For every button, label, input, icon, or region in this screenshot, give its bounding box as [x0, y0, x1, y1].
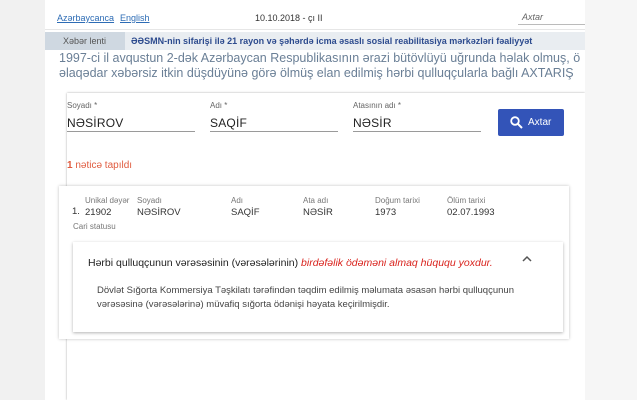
notice-body: Dövlət Sığorta Kommersiya Təşkilatı tərə… — [97, 285, 514, 310]
notice-title-prefix: Hərbi qulluqçunun vərəsəsinin (vərəsələr… — [88, 257, 299, 269]
page-intro: 1997-ci il avqustun 2-dək Azərbaycan Res… — [59, 51, 585, 81]
father-name-input[interactable]: NƏSİR — [353, 116, 481, 132]
result-count-text: nəticə tapıldı — [75, 160, 133, 171]
value-surname: NƏSİROV — [137, 207, 181, 218]
search-button[interactable]: Axtar — [498, 109, 564, 136]
header-unique-id: Unikal dəyər — [85, 196, 130, 205]
screenshot: Azərbaycanca English 10.10.2018 - çı II … — [0, 0, 637, 400]
left-background-strip — [0, 0, 45, 400]
surname-label: Soyadı * — [67, 101, 98, 110]
top-search-input[interactable]: Axtar — [518, 9, 585, 25]
search-icon — [510, 116, 523, 129]
current-date: 10.10.2018 - çı II — [255, 13, 323, 23]
status-notice[interactable]: Hərbi qulluqçunun vərəsəsinin (vərəsələr… — [73, 242, 563, 332]
col-birth-date: Doğum tarixi 1973 — [375, 196, 420, 218]
value-death-date: 02.07.1993 — [447, 207, 495, 218]
value-name: SAQİF — [231, 207, 260, 218]
header-current-status: Cari statusu — [73, 222, 116, 231]
header-death-date: Ölüm tarixi — [447, 196, 486, 205]
value-father-name: NƏSİR — [303, 207, 333, 218]
header-birth-date: Doğum tarixi — [375, 196, 420, 205]
news-ticker-label[interactable]: Xəbər lenti — [45, 32, 125, 50]
intro-line-1: 1997-ci il avqustun 2-dək Azərbaycan Res… — [59, 51, 581, 65]
col-name: Adı SAQİF — [231, 196, 260, 218]
col-unique-id: Unikal dəyər 21902 — [85, 196, 129, 218]
result-count: 1 nəticə tapıldı — [67, 160, 132, 171]
surname-input[interactable]: NƏSİROV — [67, 116, 195, 132]
name-input[interactable]: SAQİF — [210, 116, 338, 132]
notice-title: Hərbi qulluqçunun vərəsəsinin (vərəsələr… — [88, 257, 493, 269]
col-father-name: Ata adı NƏSİR — [303, 196, 333, 218]
value-birth-date: 1973 — [375, 207, 397, 218]
news-ticker: Xəbər lenti ƏƏSMN-nin sifarişi ilə 21 ra… — [45, 32, 585, 50]
result-card: 1. Unikal dəyər 21902 Soyadı NƏSİROV Adı… — [59, 186, 569, 339]
father-name-field[interactable]: Atasının adı * NƏSİR — [353, 101, 481, 132]
name-field[interactable]: Adı * SAQİF — [210, 101, 338, 132]
result-count-number: 1 — [67, 160, 73, 171]
page: Azərbaycanca English 10.10.2018 - çı II … — [45, 0, 585, 400]
col-death-date: Ölüm tarixi 02.07.1993 — [447, 196, 495, 218]
surname-field[interactable]: Soyadı * NƏSİROV — [67, 101, 195, 132]
lang-english-link[interactable]: English — [120, 13, 150, 23]
col-surname: Soyadı NƏSİROV — [137, 196, 181, 218]
search-button-label: Axtar — [528, 117, 552, 128]
father-name-label: Atasının adı * — [353, 101, 402, 110]
news-ticker-text[interactable]: ƏƏSMN-nin sifarişi ilə 21 rayon və şəhər… — [131, 32, 532, 50]
right-background-strip — [585, 0, 637, 400]
row-number: 1. — [72, 206, 80, 217]
value-unique-id: 21902 — [85, 207, 112, 218]
header-name: Adı — [231, 196, 244, 205]
notice-title-warning: birdəfəlik ödəməni almaq hüququ yoxdur. — [301, 257, 493, 269]
intro-line-2: əlaqədar xəbərsiz itkin düşdüyünə görə ö… — [59, 66, 574, 80]
chevron-up-icon[interactable] — [521, 255, 533, 263]
search-form-card: Soyadı * NƏSİROV Adı * SAQİF Atasının ad… — [59, 93, 585, 400]
lang-azerbaijani-link[interactable]: Azərbaycanca — [57, 13, 114, 23]
header-surname: Soyadı — [137, 196, 162, 205]
header-father-name: Ata adı — [303, 196, 329, 205]
top-bar: Azərbaycanca English 10.10.2018 - çı II … — [45, 0, 585, 30]
name-label: Adı * — [210, 101, 228, 110]
